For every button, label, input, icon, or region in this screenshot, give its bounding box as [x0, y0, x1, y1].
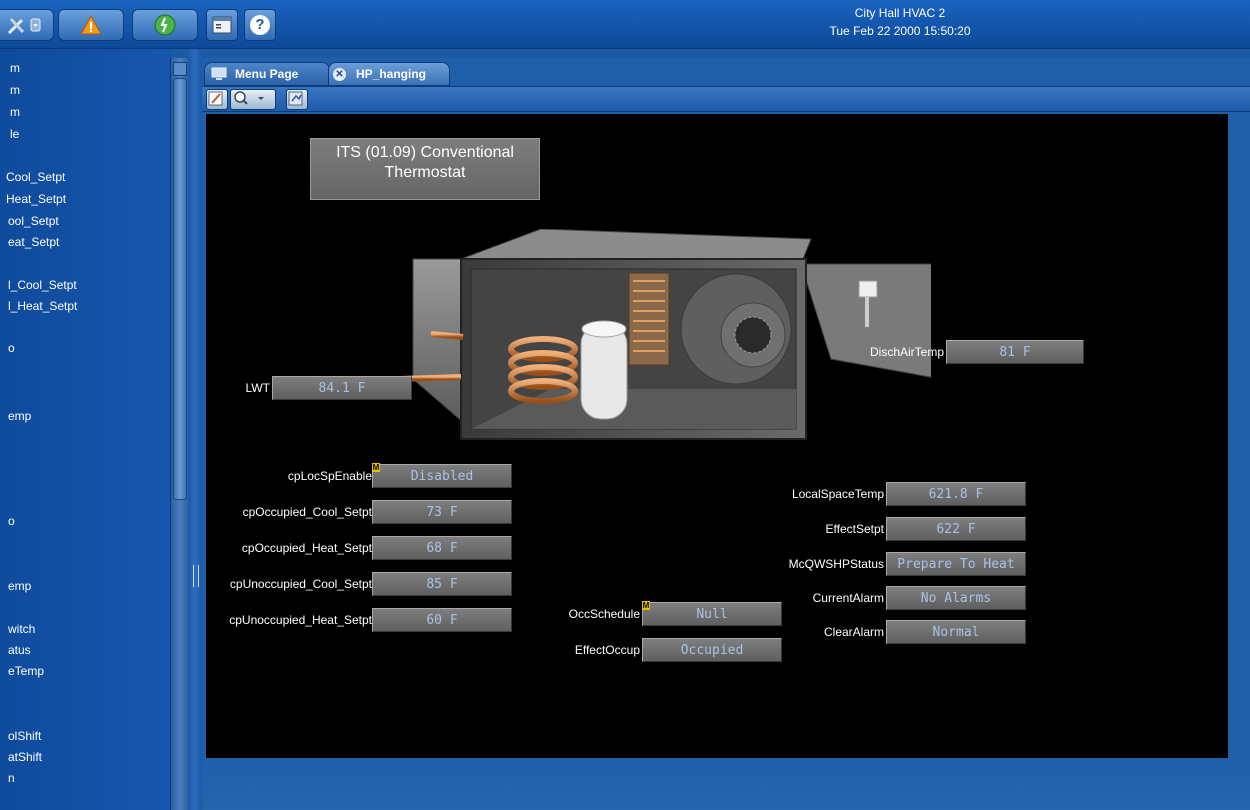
lwt-label: LWT — [245, 381, 270, 395]
sidebar-item[interactable]: Heat_Setpt — [6, 192, 66, 212]
tools-icon — [7, 17, 41, 35]
scrollbar-thumb[interactable] — [173, 78, 187, 500]
sidebar-item[interactable]: emp — [8, 409, 31, 429]
manual-override-flag: M — [642, 601, 650, 610]
tab-menu-page[interactable]: Menu Page — [204, 62, 330, 86]
page-toolbar — [202, 86, 1250, 112]
tab-label: HP_hanging — [356, 67, 427, 81]
effect-setpt-value[interactable]: 622 F — [886, 517, 1026, 541]
disch-air-temp-value[interactable]: 81 F — [946, 340, 1084, 364]
window-title: City Hall HVAC 2 — [854, 6, 946, 20]
navigation-sidebar: m m m le Cool_Setpt Heat_Setpt ool_Setpt… — [0, 49, 172, 810]
sidebar-item[interactable]: m — [10, 83, 20, 103]
network-run-icon — [154, 14, 176, 36]
help-button[interactable]: ? — [244, 9, 276, 41]
sidebar-item[interactable]: n — [8, 771, 15, 791]
warning-icon — [80, 14, 102, 35]
cp-occupied-heat-setpt-label: cpOccupied_Heat_Setpt — [241, 541, 372, 555]
sidebar-item[interactable]: atus — [8, 643, 31, 663]
sidebar-item[interactable]: l_Heat_Setpt — [8, 299, 77, 319]
top-toolbar: ? City Hall HVAC 2 Tue Feb 22 2000 15:50… — [0, 0, 1250, 49]
pane-splitter[interactable] — [188, 49, 202, 810]
cp-occupied-heat-setpt-value[interactable]: 68 F — [372, 536, 512, 560]
sidebar-item[interactable]: ool_Setpt — [8, 214, 59, 234]
cp-loc-sp-enable-value[interactable]: Disabled — [372, 464, 512, 488]
local-space-temp-label: LocalSpaceTemp — [791, 487, 884, 501]
cp-unoccupied-heat-setpt-label: cpUnoccupied_Heat_Setpt — [229, 613, 372, 627]
mcqwshp-status-label: McQWSHPStatus — [788, 557, 884, 571]
sidebar-scrollbar[interactable] — [170, 58, 189, 810]
sidebar-item[interactable]: atShift — [8, 750, 42, 770]
manual-override-flag: M — [372, 463, 380, 472]
cp-unoccupied-cool-setpt-value[interactable]: 85 F — [372, 572, 512, 596]
network-button[interactable] — [132, 9, 198, 41]
cp-unoccupied-cool-setpt-label: cpUnoccupied_Cool_Setpt — [229, 577, 372, 591]
tools-button[interactable] — [0, 9, 54, 41]
window-button[interactable] — [206, 9, 238, 41]
sidebar-item[interactable]: le — [10, 127, 19, 147]
local-space-temp-value[interactable]: 621.8 F — [886, 482, 1026, 506]
edit-icon — [208, 91, 223, 106]
sidebar-item[interactable]: olShift — [8, 729, 41, 749]
close-icon[interactable]: ✕ — [333, 67, 346, 81]
sidebar-item[interactable]: emp — [8, 579, 31, 599]
zoom-dropdown[interactable] — [230, 89, 276, 110]
clear-alarm-value[interactable]: Normal — [886, 620, 1026, 644]
monitor-icon — [211, 67, 227, 80]
clear-alarm-label: ClearAlarm — [823, 625, 884, 639]
cp-occupied-cool-setpt-value[interactable]: 73 F — [372, 500, 512, 524]
mcqwshp-status-value[interactable]: Prepare To Heat — [886, 552, 1026, 576]
tab-label: Menu Page — [235, 67, 299, 81]
window-icon — [212, 16, 232, 34]
splitter-grip[interactable] — [193, 565, 199, 587]
sidebar-item[interactable]: l_Cool_Setpt — [8, 278, 77, 298]
lwt-value[interactable]: 84.1 F — [272, 376, 412, 400]
help-icon: ? — [250, 15, 270, 35]
cp-unoccupied-heat-setpt-value[interactable]: 60 F — [372, 608, 512, 632]
bottom-panel — [202, 758, 1250, 810]
sidebar-item[interactable]: eat_Setpt — [8, 235, 59, 255]
magnifier-icon — [234, 91, 264, 105]
current-alarm-value[interactable]: No Alarms — [886, 586, 1026, 610]
sidebar-item[interactable]: Cool_Setpt — [6, 170, 65, 190]
cp-loc-sp-enable-label: cpLocSpEnable — [287, 469, 372, 483]
title-area: City Hall HVAC 2 Tue Feb 22 2000 15:50:2… — [700, 4, 1100, 40]
occ-schedule-label: OccSchedule — [568, 607, 640, 621]
sidebar-item[interactable]: o — [8, 341, 15, 361]
current-alarm-label: CurrentAlarm — [812, 591, 884, 605]
sidebar-item[interactable]: m — [10, 61, 20, 81]
disch-air-temp-label: DischAirTemp — [869, 345, 944, 359]
effect-occup-label: EffectOccup — [574, 643, 640, 657]
alarm-button[interactable] — [58, 9, 124, 41]
sidebar-item[interactable]: m — [10, 105, 20, 125]
graphic-canvas: ITS (01.09) Conventional Thermostat LWT … — [206, 114, 1228, 758]
scroll-up-button[interactable] — [173, 62, 187, 76]
graphic-title: ITS (01.09) Conventional Thermostat — [310, 138, 540, 200]
effect-occup-value[interactable]: Occupied — [642, 638, 782, 662]
datetime-display: Tue Feb 22 2000 15:50:20 — [829, 24, 971, 38]
graphic-title-line2: Thermostat — [384, 164, 466, 181]
export-button[interactable] — [286, 89, 308, 110]
edit-button[interactable] — [206, 89, 228, 110]
tab-hp-hanging[interactable]: ✕ HP_hanging — [328, 62, 450, 86]
occ-schedule-value[interactable]: Null — [642, 602, 782, 626]
export-icon — [288, 91, 303, 106]
cp-occupied-cool-setpt-label: cpOccupied_Cool_Setpt — [242, 505, 372, 519]
effect-setpt-label: EffectSetpt — [825, 522, 884, 536]
sidebar-item[interactable]: eTemp — [8, 664, 44, 684]
sidebar-item[interactable]: witch — [8, 622, 35, 642]
main-panel: Menu Page ✕ HP_hanging ITS (01.09) Conve… — [202, 58, 1250, 810]
graphic-title-line1: ITS (01.09) Conventional — [336, 144, 514, 161]
sidebar-item[interactable]: o — [8, 514, 15, 534]
